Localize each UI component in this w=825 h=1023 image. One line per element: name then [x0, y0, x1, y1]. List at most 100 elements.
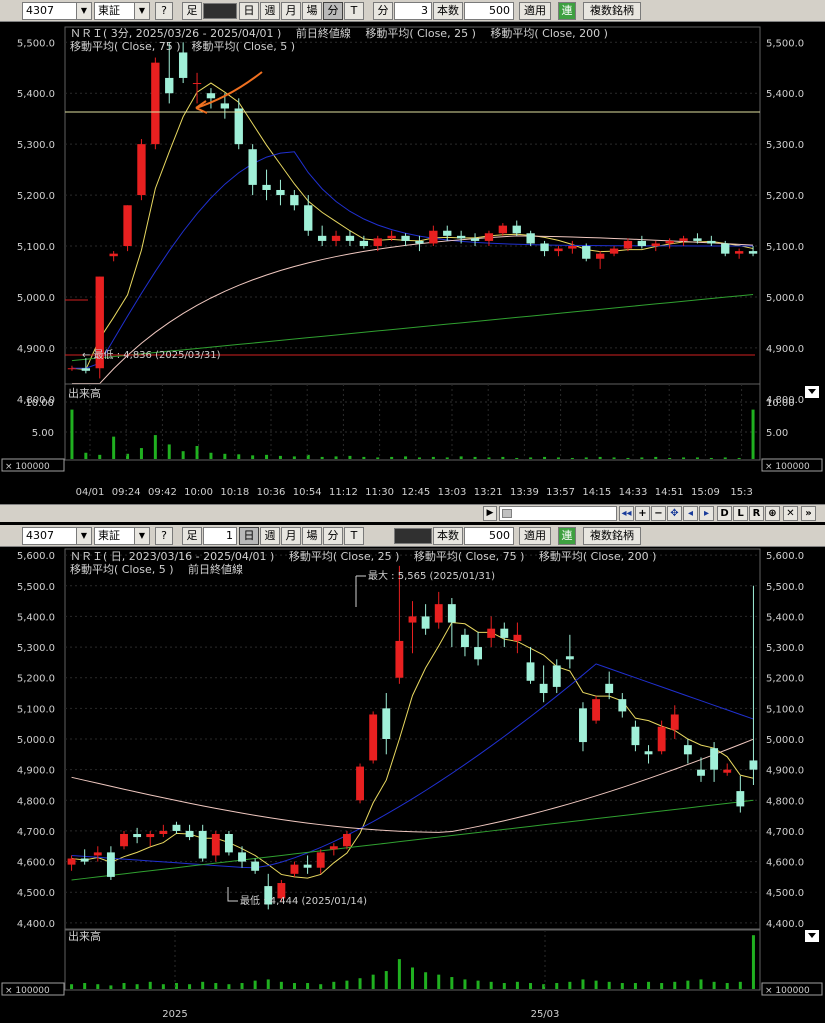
candle-body: [609, 248, 619, 254]
magnify-button[interactable]: ⊕: [765, 506, 780, 521]
period-session-button[interactable]: 場: [302, 2, 322, 20]
apply-button[interactable]: 適用: [519, 527, 551, 545]
candle-body: [670, 714, 679, 730]
volume-bar: [411, 967, 414, 989]
minute-value-field[interactable]: [394, 528, 432, 544]
chevron-down-icon[interactable]: ▼: [76, 527, 92, 545]
chevron-down-icon[interactable]: ▼: [134, 2, 150, 20]
daily-chart[interactable]: 5,600.0 5,500.0 5,400.0 5,300.0 5,200.0 5,100…: [0, 547, 825, 1023]
pan-button[interactable]: ✥: [667, 506, 682, 521]
volume-bar: [148, 981, 152, 989]
close-button[interactable]: ✕: [783, 506, 798, 521]
candle-body: [697, 769, 705, 776]
candle-body: [554, 248, 563, 252]
y-tick-right: 4,700.0: [766, 827, 804, 838]
scroll-left-button[interactable]: ▶: [483, 506, 497, 521]
ashi-label: 足: [182, 527, 202, 545]
multi-stock-button[interactable]: 複数銘柄: [583, 2, 641, 20]
minute-value-input[interactable]: 3: [394, 2, 432, 20]
candle-body: [539, 683, 548, 694]
intraday-chart[interactable]: 5,500.0 5,400.0 5,300.0 5,200.0 5,100.0 5,000…: [0, 22, 825, 502]
candle-body: [618, 699, 627, 712]
bar-count-input[interactable]: 500: [464, 2, 514, 20]
period-month-button[interactable]: 月: [281, 527, 301, 545]
chart-scrollbar[interactable]: ▶ ◂◂ + − ✥ ◂ ▸ D L R ⊕ ✕ »: [0, 504, 825, 522]
candle-body: [526, 662, 535, 681]
y-tick-left: 5,300.0: [17, 643, 55, 654]
volume-bar: [417, 457, 421, 459]
candle-body: [637, 240, 647, 247]
volume-bar: [501, 456, 505, 459]
multi-stock-button[interactable]: 複数銘柄: [583, 527, 641, 545]
draw-r-button[interactable]: R: [749, 506, 764, 521]
candle-body: [540, 243, 549, 252]
candle-body: [552, 665, 561, 687]
period-session-button[interactable]: 場: [302, 527, 322, 545]
link-toggle-button[interactable]: 連: [558, 2, 576, 20]
candle-body: [644, 751, 653, 755]
top-chart-title: ＮＲＩ( 3分, 2025/03/26 - 2025/04/01 ) 前日終値線…: [70, 26, 608, 40]
ashi-value-field[interactable]: [203, 3, 237, 19]
x-tick-label: 09:42: [148, 487, 177, 498]
period-month-button[interactable]: 月: [281, 2, 301, 20]
y-tick-left: 5,400.0: [17, 89, 55, 100]
candle-body: [443, 230, 452, 236]
help-button[interactable]: ?: [155, 527, 173, 545]
candle-body: [192, 83, 202, 85]
period-week-button[interactable]: 週: [260, 527, 280, 545]
more-button[interactable]: »: [801, 506, 816, 521]
period-week-button[interactable]: 週: [260, 2, 280, 20]
x-tick-label: 14:33: [619, 487, 648, 498]
bar-count-label: 本数: [433, 527, 463, 545]
scroll-track[interactable]: [499, 506, 617, 521]
top-toolbar: 4307 ▼ 東証 ▼ ? 足 日 週 月 場 分 T 分 3 本数 500 適…: [0, 0, 825, 22]
volume-bar: [459, 456, 463, 459]
candle-body: [401, 235, 410, 241]
draw-l-button[interactable]: L: [733, 506, 748, 521]
period-minute-button[interactable]: 分: [323, 527, 343, 545]
zoom-in-button[interactable]: +: [635, 506, 650, 521]
period-tick-button[interactable]: T: [344, 2, 364, 20]
volume-bar: [556, 457, 560, 459]
y-tick-left: 4,700.0: [17, 827, 55, 838]
period-day-button[interactable]: 日: [239, 527, 259, 545]
scroll-next-button[interactable]: ▸: [699, 506, 714, 521]
y-tick-right: 5,400.0: [766, 612, 804, 623]
scroll-prev-button[interactable]: ◂: [683, 506, 698, 521]
candle-body: [343, 834, 351, 847]
help-button[interactable]: ?: [155, 2, 173, 20]
candle-body: [331, 235, 341, 241]
volume-bar: [626, 457, 630, 459]
candle-body: [369, 714, 378, 761]
volume-bar: [390, 456, 394, 459]
x-tick-label: 14:51: [655, 487, 684, 498]
x-tick-label: 14:15: [582, 487, 611, 498]
min-label: 最低 : 4,444 (2025/01/14): [240, 894, 367, 907]
x-tick-label: 15:3: [730, 487, 752, 498]
scroll-thumb[interactable]: [502, 509, 512, 518]
volume-bar: [345, 980, 349, 989]
y-tick-left: 5,000.0: [17, 735, 55, 746]
chevron-down-icon[interactable]: ▼: [134, 527, 150, 545]
zoom-out-button[interactable]: −: [651, 506, 666, 521]
y-tick-right: 5,200.0: [766, 191, 804, 202]
link-toggle-button[interactable]: 連: [558, 527, 576, 545]
y-tick-right: 4,600.0: [766, 858, 804, 869]
period-minute-button[interactable]: 分: [323, 2, 343, 20]
draw-d-button[interactable]: D: [717, 506, 732, 521]
bar-count-input[interactable]: 500: [464, 527, 514, 545]
y-tick-right: 5,000.0: [766, 735, 804, 746]
x-tick-label: 10:54: [293, 487, 322, 498]
apply-button[interactable]: 適用: [519, 2, 551, 20]
volume-bar: [227, 984, 231, 989]
candle-body: [470, 238, 480, 241]
scroll-first-button[interactable]: ◂◂: [619, 506, 634, 521]
candle-body: [317, 235, 327, 241]
chevron-down-icon[interactable]: ▼: [76, 2, 92, 20]
period-tick-button[interactable]: T: [344, 527, 364, 545]
volume-bar: [737, 457, 741, 459]
period-day-button[interactable]: 日: [239, 2, 259, 20]
volume-bar: [332, 981, 336, 989]
y-tick-left: 4,900.0: [17, 344, 55, 355]
ashi-value-input[interactable]: 1: [203, 527, 237, 545]
